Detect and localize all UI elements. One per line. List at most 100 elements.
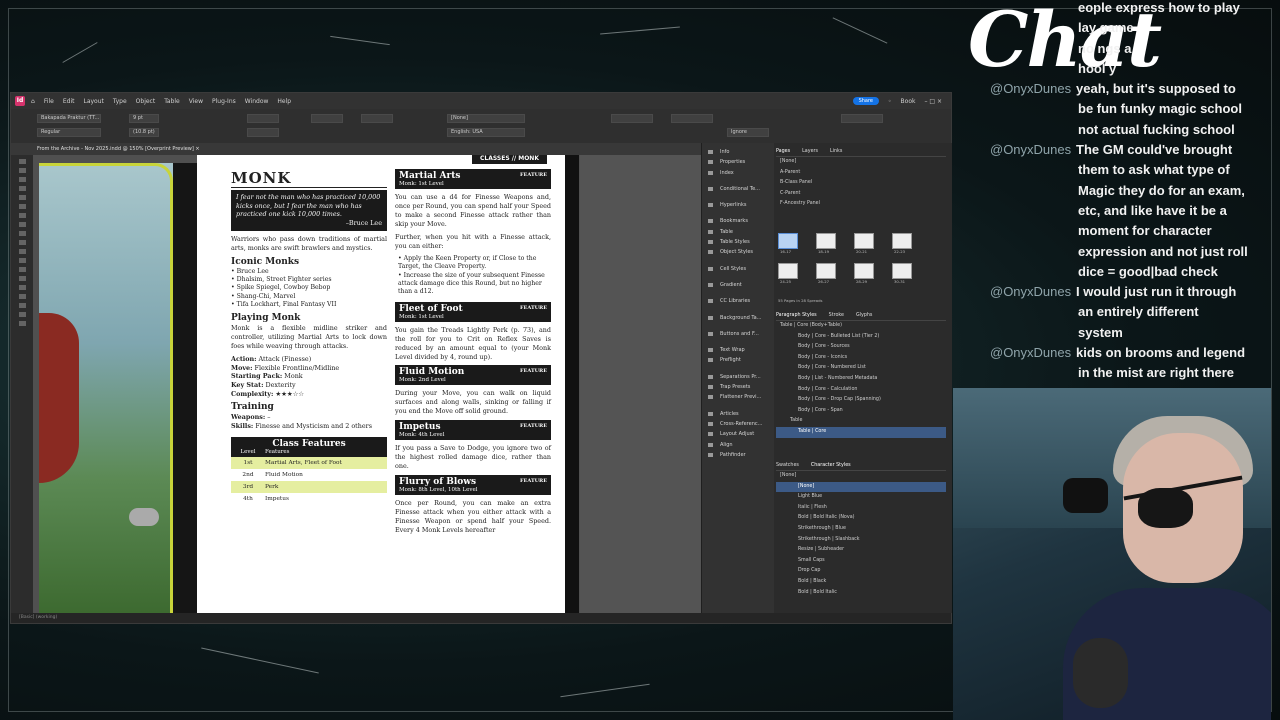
font-family-field[interactable]: Bakapada Praktur (TT... [37, 114, 101, 123]
paragraph-style-field[interactable]: [None] [447, 114, 525, 123]
page-thumbnail[interactable] [892, 233, 912, 249]
transform-tool-icon[interactable] [18, 258, 26, 263]
menu-plugins[interactable]: Plug-Ins [212, 98, 236, 105]
line-tool-icon[interactable] [18, 204, 26, 209]
panel-table[interactable]: Table [702, 227, 774, 237]
panel-pathfinder[interactable]: Pathfinder [702, 450, 774, 460]
panel-flattener[interactable]: Flattener Previ... [702, 392, 774, 402]
space-before-field[interactable] [671, 114, 713, 123]
document-tab[interactable]: From the Archive - Nov 2025.indd @ 150% … [11, 143, 701, 155]
document-canvas[interactable]: CLASSES // MONK MONK I fear not the man … [33, 155, 701, 613]
menu-help[interactable]: Help [277, 98, 291, 105]
selection-tool-icon[interactable] [18, 159, 26, 164]
panel-conditional-text[interactable]: Conditional Te... [702, 184, 774, 194]
menu-view[interactable]: View [189, 98, 203, 105]
character-style-item[interactable]: Bold | Bold Italic [776, 588, 946, 599]
note-tool-icon[interactable] [18, 276, 26, 281]
panel-properties[interactable]: Properties [702, 157, 774, 167]
pen-tool-icon[interactable] [18, 213, 26, 218]
character-style-item[interactable]: Resize | Subheader [776, 545, 946, 556]
panel-trap-presets[interactable]: Trap Presets [702, 382, 774, 392]
page-thumbnail[interactable] [854, 263, 874, 279]
tab-glyphs[interactable]: Glyphs [856, 313, 872, 318]
paragraph-style-item[interactable]: Body | Core - Drop Cap (Spanning) [776, 395, 946, 406]
hand-tool-icon[interactable] [18, 294, 26, 299]
zoom-tool-icon[interactable] [18, 303, 26, 308]
pencil-tool-icon[interactable] [18, 222, 26, 227]
page-thumbnail[interactable] [854, 233, 874, 249]
panel-text-wrap[interactable]: Text Wrap [702, 345, 774, 355]
panel-hyperlinks[interactable]: Hyperlinks [702, 200, 774, 210]
vertical-scale-field[interactable] [361, 114, 393, 123]
eyedropper-tool-icon[interactable] [18, 285, 26, 290]
paragraph-style-item[interactable]: Body | Core - Span [776, 406, 946, 417]
frame-tool-icon[interactable] [18, 231, 26, 236]
panel-bookmarks[interactable]: Bookmarks [702, 216, 774, 226]
paragraph-style-item[interactable]: Body | Core - Numbered List [776, 363, 946, 374]
page-thumbnail[interactable] [778, 233, 798, 249]
character-style-item[interactable]: Strikethrough | Slashback [776, 535, 946, 546]
pasteboard[interactable] [580, 155, 701, 613]
page-thumbnail[interactable] [816, 233, 836, 249]
master-item[interactable]: B-Class Panel [776, 178, 946, 189]
panel-align[interactable]: Align [702, 440, 774, 450]
fill-stroke-icon[interactable] [18, 312, 26, 317]
tab-stroke[interactable]: Stroke [829, 313, 844, 318]
master-item[interactable]: [None] [776, 157, 946, 168]
horizontal-scale-field[interactable] [311, 114, 343, 123]
type-tool-icon[interactable] [18, 195, 26, 200]
tab-pages[interactable]: Pages [776, 149, 790, 154]
paragraph-style-group[interactable]: Table [776, 416, 946, 427]
panel-cell-styles[interactable]: Cell Styles [702, 264, 774, 274]
paragraph-style-item[interactable]: Body | List - Numbered Metadata [776, 374, 946, 385]
share-button[interactable]: Share [852, 97, 879, 105]
character-style-item[interactable]: Bold | Black [776, 577, 946, 588]
menu-layout[interactable]: Layout [83, 98, 103, 105]
paragraph-style-item[interactable]: Body | Core - Bulleted List (Tier 2) [776, 332, 946, 343]
home-icon[interactable]: ⌂ [31, 98, 35, 105]
panel-table-styles[interactable]: Table Styles [702, 237, 774, 247]
menu-type[interactable]: Type [113, 98, 127, 105]
panel-layout-adjust[interactable]: Layout Adjust [702, 429, 774, 439]
workspace-switcher[interactable]: Book [901, 98, 916, 105]
panel-gradient[interactable]: Gradient [702, 280, 774, 290]
character-style-item[interactable]: Drop Cap [776, 566, 946, 577]
tab-layers[interactable]: Layers [802, 149, 818, 154]
page-thumbnail[interactable] [778, 263, 798, 279]
font-size-field[interactable]: 9 pt [129, 114, 159, 123]
tab-links[interactable]: Links [830, 149, 842, 154]
character-style-item[interactable]: Italic | Flesh [776, 503, 946, 514]
character-style-item-selected[interactable]: [None] [776, 481, 946, 493]
panel-preflight[interactable]: Preflight [702, 355, 774, 365]
menu-file[interactable]: File [44, 98, 54, 105]
rectangle-tool-icon[interactable] [18, 240, 26, 245]
leading-field[interactable]: (10.8 pt) [129, 128, 159, 137]
tab-character-styles[interactable]: Character Styles [811, 463, 851, 468]
panel-cross-references[interactable]: Cross-Referenc... [702, 419, 774, 429]
panel-buttons-forms[interactable]: Buttons and F... [702, 329, 774, 339]
screen-mode-icon[interactable] [18, 321, 26, 326]
panel-separations[interactable]: Separations Pr... [702, 372, 774, 382]
paragraph-style-item[interactable]: Body | Core - Calculation [776, 385, 946, 396]
character-style-item[interactable]: Strikethrough | Blue [776, 524, 946, 535]
master-item[interactable]: F-Ancestry Panel [776, 199, 946, 210]
tab-paragraph-styles[interactable]: Paragraph Styles [776, 313, 817, 318]
character-style-item[interactable]: Small Caps [776, 556, 946, 567]
window-controls[interactable]: – □ × [924, 98, 942, 105]
close-tab-icon[interactable]: × [195, 146, 199, 152]
scissors-tool-icon[interactable] [18, 249, 26, 254]
indent-field[interactable] [611, 114, 653, 123]
kerning-field[interactable] [247, 128, 279, 137]
panel-background-tasks[interactable]: Background Ta... [702, 313, 774, 323]
font-style-field[interactable]: Regular [37, 128, 101, 137]
gradient-tool-icon[interactable] [18, 267, 26, 272]
menu-window[interactable]: Window [245, 98, 269, 105]
lightbulb-icon[interactable]: ◦ [888, 98, 892, 105]
page-thumbnail[interactable] [892, 263, 912, 279]
character-style-item[interactable]: Bold | Bold Italic (Nova) [776, 513, 946, 524]
panel-info[interactable]: Info [702, 147, 774, 157]
language-field[interactable]: English: USA [447, 128, 525, 137]
direct-selection-tool-icon[interactable] [18, 168, 26, 173]
panel-object-styles[interactable]: Object Styles [702, 247, 774, 257]
document-page[interactable]: CLASSES // MONK MONK I fear not the man … [197, 155, 571, 613]
